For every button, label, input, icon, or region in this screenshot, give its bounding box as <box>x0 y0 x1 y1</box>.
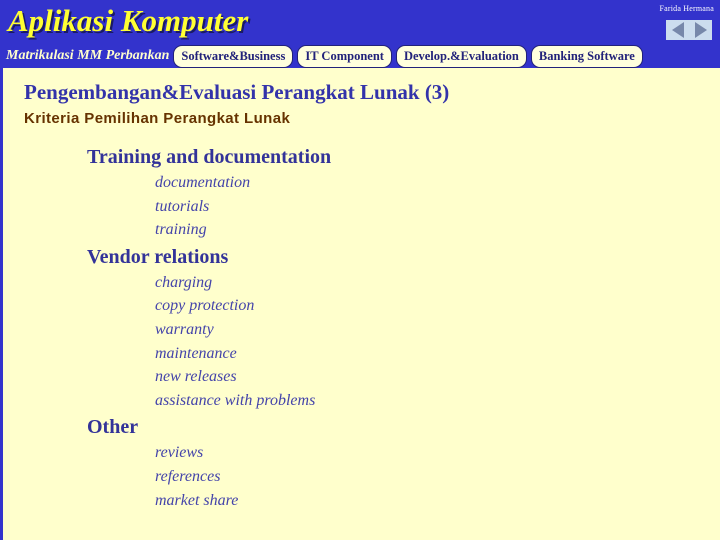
tab-software-business[interactable]: Software&Business <box>173 45 294 68</box>
outline-heading: Training and documentation <box>87 146 332 168</box>
author-name: Farida Hermana <box>659 4 714 13</box>
header-banner: Aplikasi Komputer Farida Hermana Matriku… <box>0 0 720 68</box>
course-title: Aplikasi Komputer <box>8 3 249 38</box>
outline-item: tutorials <box>155 197 210 215</box>
outline-item: references <box>155 467 221 485</box>
outline-item: market share <box>155 491 239 509</box>
slide-page: Aplikasi Komputer Farida Hermana Matriku… <box>0 0 720 540</box>
outline-item: documentation <box>155 174 251 191</box>
slide-content: Pengembangan&Evaluasi Perangkat Lunak (3… <box>0 68 720 540</box>
tab-develop-evaluation[interactable]: Develop.&Evaluation <box>395 45 527 68</box>
outline-item: copy protection <box>155 297 255 315</box>
outline-item: charging <box>155 273 213 291</box>
program-label: Matrikulasi MM Perbankan <box>6 48 170 63</box>
outline-item: assistance with problems <box>155 391 316 409</box>
outline-heading: Vendor relations <box>87 245 229 268</box>
tab-bar: Matrikulasi MM Perbankan Software&Busine… <box>0 45 720 68</box>
outline-item: maintenance <box>155 344 237 362</box>
navigation-buttons[interactable] <box>666 20 712 40</box>
slide-subtitle: Kriteria Pemilihan Perangkat Lunak <box>24 110 291 127</box>
slide-title: Pengembangan&Evaluasi Perangkat Lunak (3… <box>24 80 450 104</box>
outline-list: Training and documentation documentation… <box>3 142 720 512</box>
outline-item: reviews <box>155 444 204 462</box>
triangle-left-icon[interactable] <box>671 22 684 38</box>
outline-item: new releases <box>155 368 237 386</box>
tab-banking-software[interactable]: Banking Software <box>530 45 643 68</box>
triangle-right-icon[interactable] <box>694 22 707 38</box>
outline-heading: Other <box>87 416 139 439</box>
tab-it-component[interactable]: IT Component <box>297 45 392 68</box>
outline-item: training <box>155 221 207 239</box>
outline-item: warranty <box>155 320 214 338</box>
